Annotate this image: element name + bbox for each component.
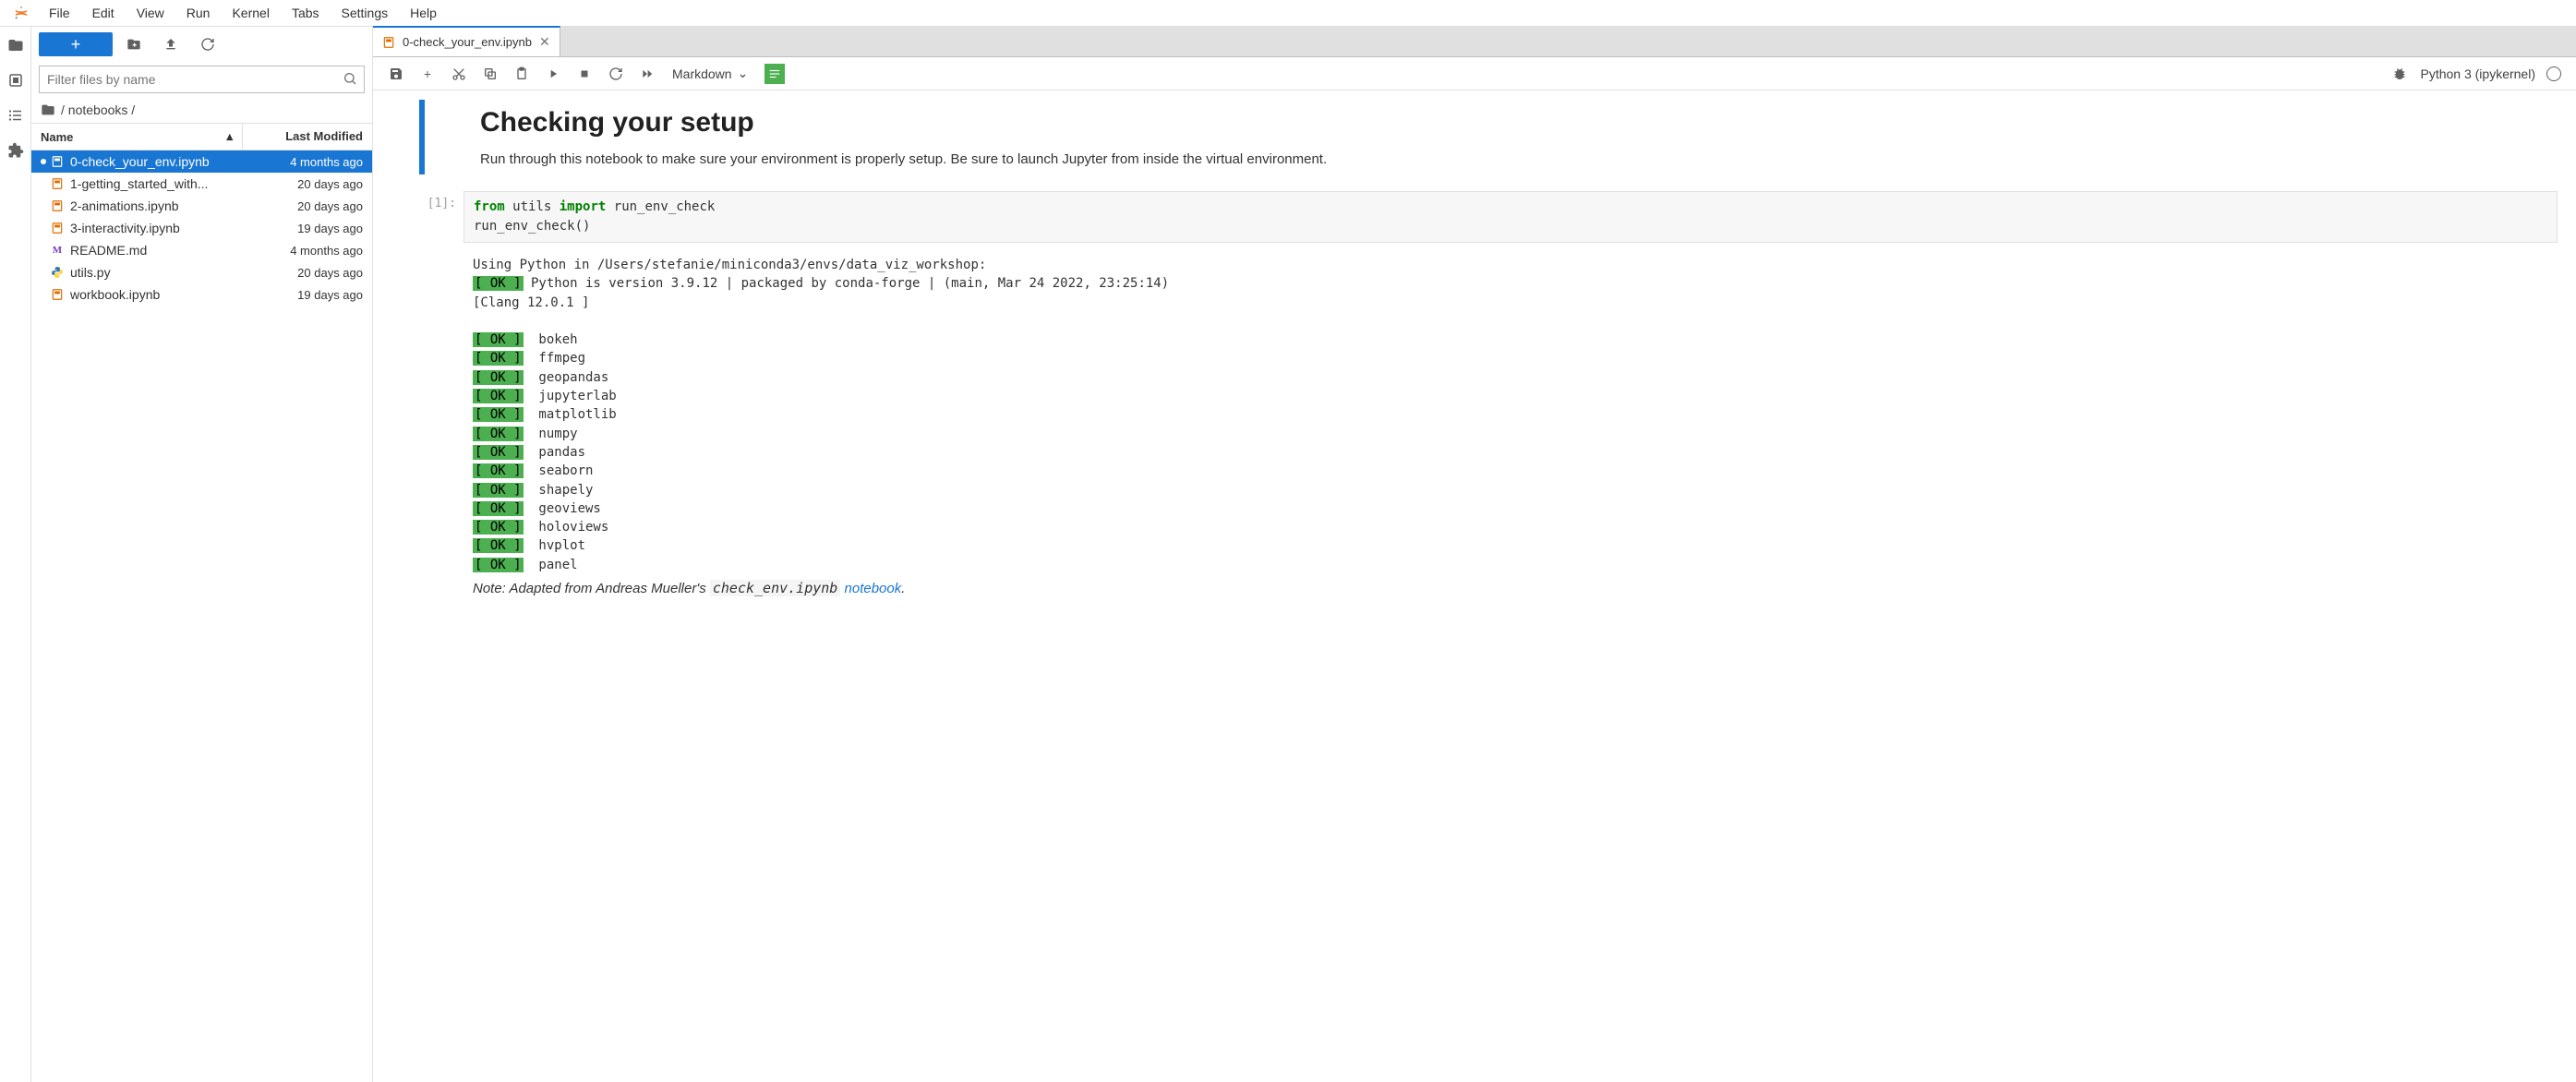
refresh-icon[interactable]	[192, 32, 223, 56]
file-name: 2-animations.ipynb	[70, 198, 243, 213]
toc-icon[interactable]	[5, 104, 27, 126]
activity-bar	[0, 27, 31, 1082]
restart-run-all-icon[interactable]	[633, 61, 661, 87]
file-type-icon	[50, 221, 65, 235]
new-launcher-button[interactable]: +	[39, 32, 113, 56]
code-cell[interactable]: [1]: from utils import run_env_check run…	[419, 191, 2558, 243]
extensions-icon[interactable]	[5, 139, 27, 162]
interrupt-icon[interactable]	[571, 61, 598, 87]
file-modified: 19 days ago	[243, 288, 363, 302]
file-list: 0-check_your_env.ipynb4 months ago1-gett…	[31, 150, 372, 1082]
file-name: README.md	[70, 243, 243, 258]
file-row[interactable]: workbook.ipynb19 days ago	[31, 283, 372, 306]
tab-title: 0-check_your_env.ipynb	[403, 35, 532, 49]
input-prompt: [1]:	[419, 191, 463, 243]
notebook-icon	[382, 36, 395, 49]
menu-file[interactable]: File	[38, 2, 81, 24]
file-row[interactable]: 3-interactivity.ipynb19 days ago	[31, 217, 372, 239]
menu-help[interactable]: Help	[399, 2, 448, 24]
menu-run[interactable]: Run	[175, 2, 222, 24]
file-name: 1-getting_started_with...	[70, 176, 243, 191]
markdown-paragraph: Run through this notebook to make sure y…	[480, 151, 2558, 167]
kernel-status-icon[interactable]	[2546, 66, 2561, 81]
file-modified: 20 days ago	[243, 266, 363, 280]
folder-icon[interactable]	[5, 34, 27, 56]
markdown-heading: Checking your setup	[480, 107, 2558, 138]
file-row[interactable]: 1-getting_started_with...20 days ago	[31, 173, 372, 195]
save-icon[interactable]	[382, 61, 410, 87]
file-row[interactable]: M README.md4 months ago	[31, 239, 372, 261]
cut-icon[interactable]	[445, 61, 473, 87]
file-modified: 4 months ago	[243, 244, 363, 258]
running-icon[interactable]	[5, 69, 27, 91]
tab-bar: 0-check_your_env.ipynb ✕	[373, 27, 2576, 57]
file-name: workbook.ipynb	[70, 287, 243, 302]
sort-asc-icon: ▴	[226, 129, 233, 144]
menu-bar: FileEditViewRunKernelTabsSettingsHelp	[0, 0, 2576, 27]
kernel-name[interactable]: Python 3 (ipykernel)	[2420, 66, 2535, 81]
file-name: utils.py	[70, 265, 243, 280]
paste-icon[interactable]	[508, 61, 536, 87]
notebook-content: Checking your setup Run through this not…	[373, 90, 2576, 1082]
filter-files-input[interactable]	[39, 66, 365, 93]
search-icon	[343, 71, 357, 86]
notebook-link[interactable]: notebook	[845, 581, 902, 596]
file-browser-panel: + / notebooks / Name ▴ Last Modified 0-c…	[31, 27, 373, 1082]
file-modified: 19 days ago	[243, 222, 363, 235]
menu-edit[interactable]: Edit	[81, 2, 126, 24]
file-name: 0-check_your_env.ipynb	[70, 154, 243, 169]
markdown-cell[interactable]: Checking your setup Run through this not…	[419, 100, 2558, 174]
tab-notebook[interactable]: 0-check_your_env.ipynb ✕	[373, 26, 560, 56]
file-modified: 20 days ago	[243, 177, 363, 191]
run-icon[interactable]	[539, 61, 567, 87]
debugger-icon[interactable]	[2392, 66, 2407, 81]
upload-icon[interactable]	[155, 32, 187, 56]
notebook-toolbar: + Markdown ⌄ Python 3 (ipykernel)	[373, 57, 2576, 90]
menu-view[interactable]: View	[126, 2, 175, 24]
folder-icon	[41, 102, 55, 117]
file-type-icon	[50, 287, 65, 302]
render-markdown-icon[interactable]	[764, 64, 785, 84]
file-type-icon: M	[50, 243, 65, 258]
menu-settings[interactable]: Settings	[331, 2, 400, 24]
file-name: 3-interactivity.ipynb	[70, 221, 243, 235]
file-type-icon	[50, 198, 65, 213]
cell-type-dropdown[interactable]: Markdown ⌄	[665, 66, 755, 81]
breadcrumb[interactable]: / notebooks /	[31, 97, 372, 123]
menu-tabs[interactable]: Tabs	[281, 2, 331, 24]
file-type-icon	[50, 154, 65, 169]
file-row[interactable]: 2-animations.ipynb20 days ago	[31, 195, 372, 217]
code-input[interactable]: from utils import run_env_check run_env_…	[463, 191, 2558, 243]
file-type-icon	[50, 176, 65, 191]
copy-icon[interactable]	[476, 61, 504, 87]
menu-kernel[interactable]: Kernel	[221, 2, 280, 24]
cell-output: Using Python in /Users/stefanie/minicond…	[463, 250, 2558, 574]
markdown-note: Note: Adapted from Andreas Mueller's che…	[463, 580, 2558, 596]
restart-icon[interactable]	[602, 61, 630, 87]
column-header-modified[interactable]: Last Modified	[243, 124, 372, 150]
close-icon[interactable]: ✕	[539, 34, 550, 50]
new-folder-icon[interactable]	[118, 32, 150, 56]
jupyter-logo-icon	[12, 4, 30, 22]
column-header-name[interactable]: Name ▴	[31, 124, 243, 150]
file-modified: 20 days ago	[243, 199, 363, 213]
file-type-icon	[50, 265, 65, 280]
breadcrumb-path: / notebooks /	[61, 102, 135, 117]
insert-cell-icon[interactable]: +	[414, 61, 441, 87]
file-row[interactable]: 0-check_your_env.ipynb4 months ago	[31, 150, 372, 173]
chevron-down-icon: ⌄	[738, 66, 749, 81]
file-modified: 4 months ago	[243, 155, 363, 169]
file-row[interactable]: utils.py20 days ago	[31, 261, 372, 283]
